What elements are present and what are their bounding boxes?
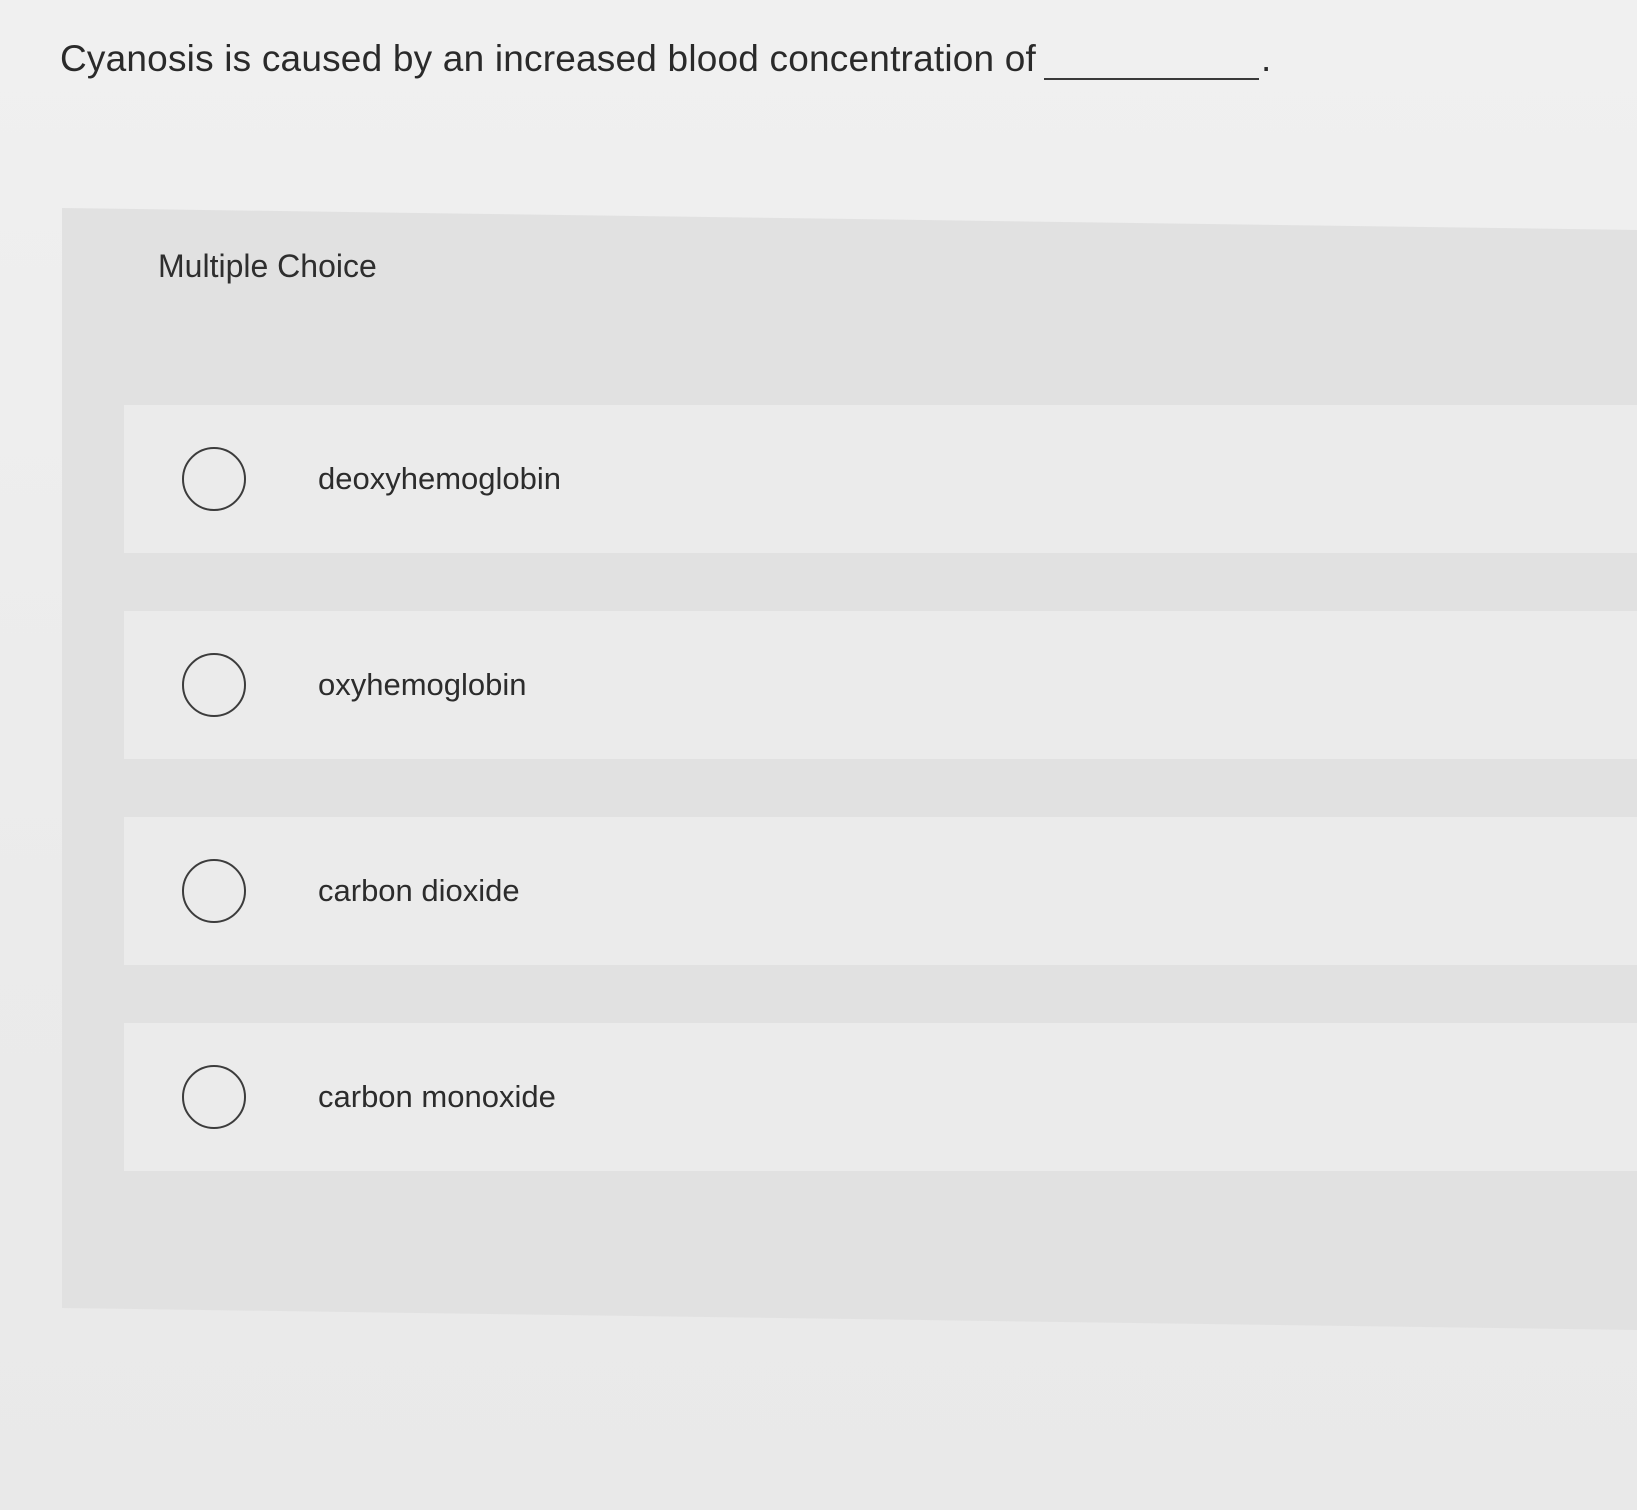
page: Cyanosis is caused by an increased blood… (0, 0, 1637, 1510)
answer-blank (1044, 44, 1260, 80)
radio-button-icon[interactable] (182, 447, 246, 511)
question-text: Cyanosis is caused by an increased blood… (60, 38, 1037, 79)
question-period: . (1261, 38, 1272, 79)
answer-option-deoxyhemoglobin[interactable]: deoxyhemoglobin (124, 405, 1637, 553)
answer-option-carbon-dioxide[interactable]: carbon dioxide (124, 817, 1637, 965)
question-prompt: Cyanosis is caused by an increased blood… (60, 38, 1272, 80)
radio-button-icon[interactable] (182, 653, 246, 717)
answer-option-oxyhemoglobin[interactable]: oxyhemoglobin (124, 611, 1637, 759)
radio-button-icon[interactable] (182, 859, 246, 923)
radio-button-icon[interactable] (182, 1065, 246, 1129)
answer-option-label: deoxyhemoglobin (318, 461, 562, 496)
answer-option-label: carbon monoxide (318, 1079, 556, 1114)
answer-option-label: carbon dioxide (318, 873, 520, 908)
answer-option-carbon-monoxide[interactable]: carbon monoxide (124, 1023, 1637, 1171)
answer-option-label: oxyhemoglobin (318, 667, 527, 702)
multiple-choice-header: Multiple Choice (158, 248, 377, 284)
answer-options: deoxyhemoglobin oxyhemoglobin carbon dio… (124, 405, 1637, 1229)
